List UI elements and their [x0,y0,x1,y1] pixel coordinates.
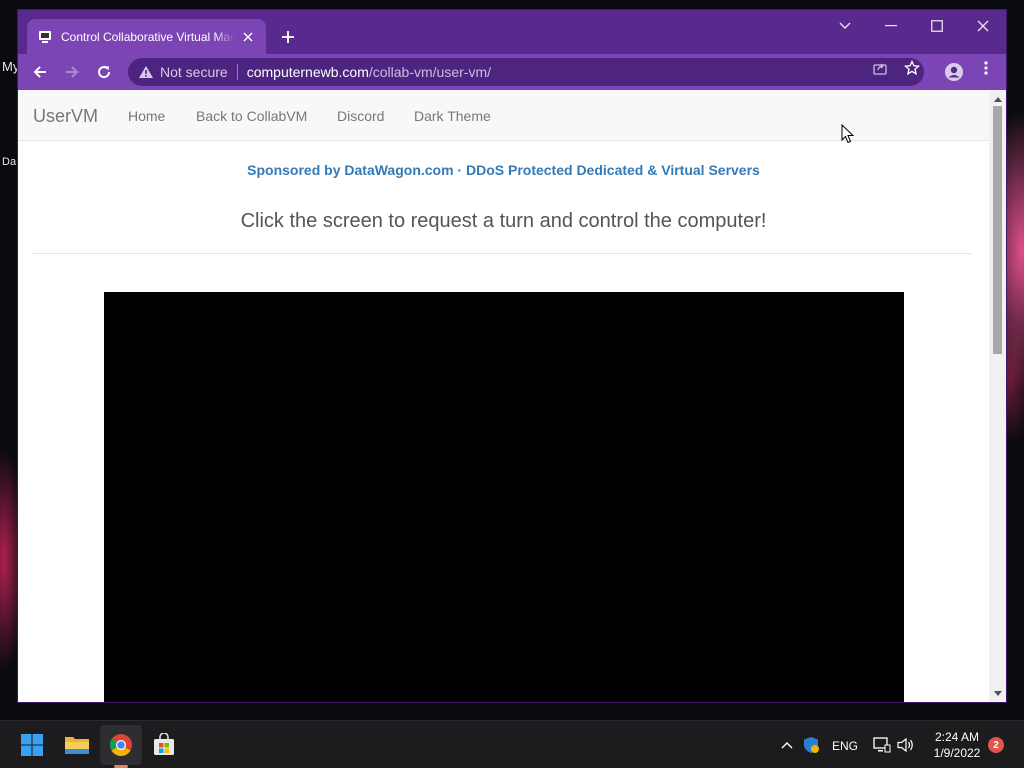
vm-display-canvas[interactable] [104,292,904,702]
url-path: /collab-vm/user-vm/ [368,64,492,80]
close-window-icon[interactable] [960,10,1006,42]
taskbar: ENG 2:24 AM 1/9/2022 2 [0,720,1024,768]
url-host: computernewb.com [246,64,369,80]
windows-security-shield-icon[interactable] [801,735,821,755]
url-text[interactable]: computernewb.com/collab-vm/user-vm/ [247,64,491,80]
scroll-down-arrow-icon[interactable] [989,686,1006,700]
scroll-up-arrow-icon[interactable] [989,92,1006,106]
divider [32,253,972,254]
collabvm-icon [37,29,53,45]
nav-link-discord[interactable]: Discord [337,108,384,124]
volume-icon[interactable] [896,735,916,755]
omnibox-divider [236,64,238,80]
reload-icon[interactable] [92,60,116,84]
microsoft-store-icon[interactable] [148,729,180,761]
start-icon[interactable] [16,729,48,761]
nav-link-back-to-collabvm[interactable]: Back to CollabVM [196,108,307,124]
address-bar[interactable]: Not secure computernewb.com/collab-vm/us… [128,58,924,86]
tab-title: Control Collaborative Virtual Machine [61,29,235,44]
page-scrollbar[interactable] [989,90,1006,702]
turn-request-prompt: Click the screen to request a turn and c… [240,210,767,232]
close-tab-icon[interactable] [240,29,256,45]
bookmark-star-icon[interactable] [904,60,920,76]
system-clock[interactable]: 2:24 AM 1/9/2022 [922,729,992,761]
warning-icon[interactable] [138,64,154,80]
sponsor-link[interactable]: Sponsored by DataWagon.com · DDoS Protec… [18,162,989,178]
browser-tab[interactable]: Control Collaborative Virtual Machine [27,19,266,54]
scrollbar-thumb[interactable] [993,106,1002,354]
not-secure-label[interactable]: Not secure [160,64,228,80]
menu-kebab-icon[interactable] [978,60,994,76]
maximize-icon[interactable] [914,10,960,42]
tab-search-icon[interactable] [822,10,868,42]
minimize-icon[interactable] [868,10,914,42]
forward-arrow-icon[interactable] [60,60,84,84]
file-explorer-icon[interactable] [61,729,93,761]
nav-link-home[interactable]: Home [128,108,165,124]
navbar-brand[interactable]: UserVM [33,106,98,127]
input-language-indicator[interactable]: ENG [832,739,858,753]
chrome-icon[interactable] [105,729,137,761]
chrome-window: Control Collaborative Virtual Machine [17,9,1007,703]
page-viewport: UserVM Home Back to CollabVM Discord Dar… [18,90,1006,702]
chevron-up-icon[interactable] [777,735,797,755]
network-icon[interactable] [872,735,892,755]
mouse-cursor-icon [841,124,855,144]
new-tab-icon[interactable] [278,27,298,47]
clock-time: 2:24 AM [934,730,980,744]
profile-avatar-icon[interactable] [944,62,964,82]
clock-date: 1/9/2022 [933,746,981,760]
notification-badge[interactable]: 2 [988,737,1004,753]
nav-link-dark-theme[interactable]: Dark Theme [414,108,491,124]
browser-toolbar: Not secure computernewb.com/collab-vm/us… [18,54,1006,90]
desktop-icon-label[interactable]: Da [2,156,16,168]
tab-strip: Control Collaborative Virtual Machine [18,10,1006,54]
share-icon[interactable] [872,60,888,76]
back-arrow-icon[interactable] [28,60,52,84]
